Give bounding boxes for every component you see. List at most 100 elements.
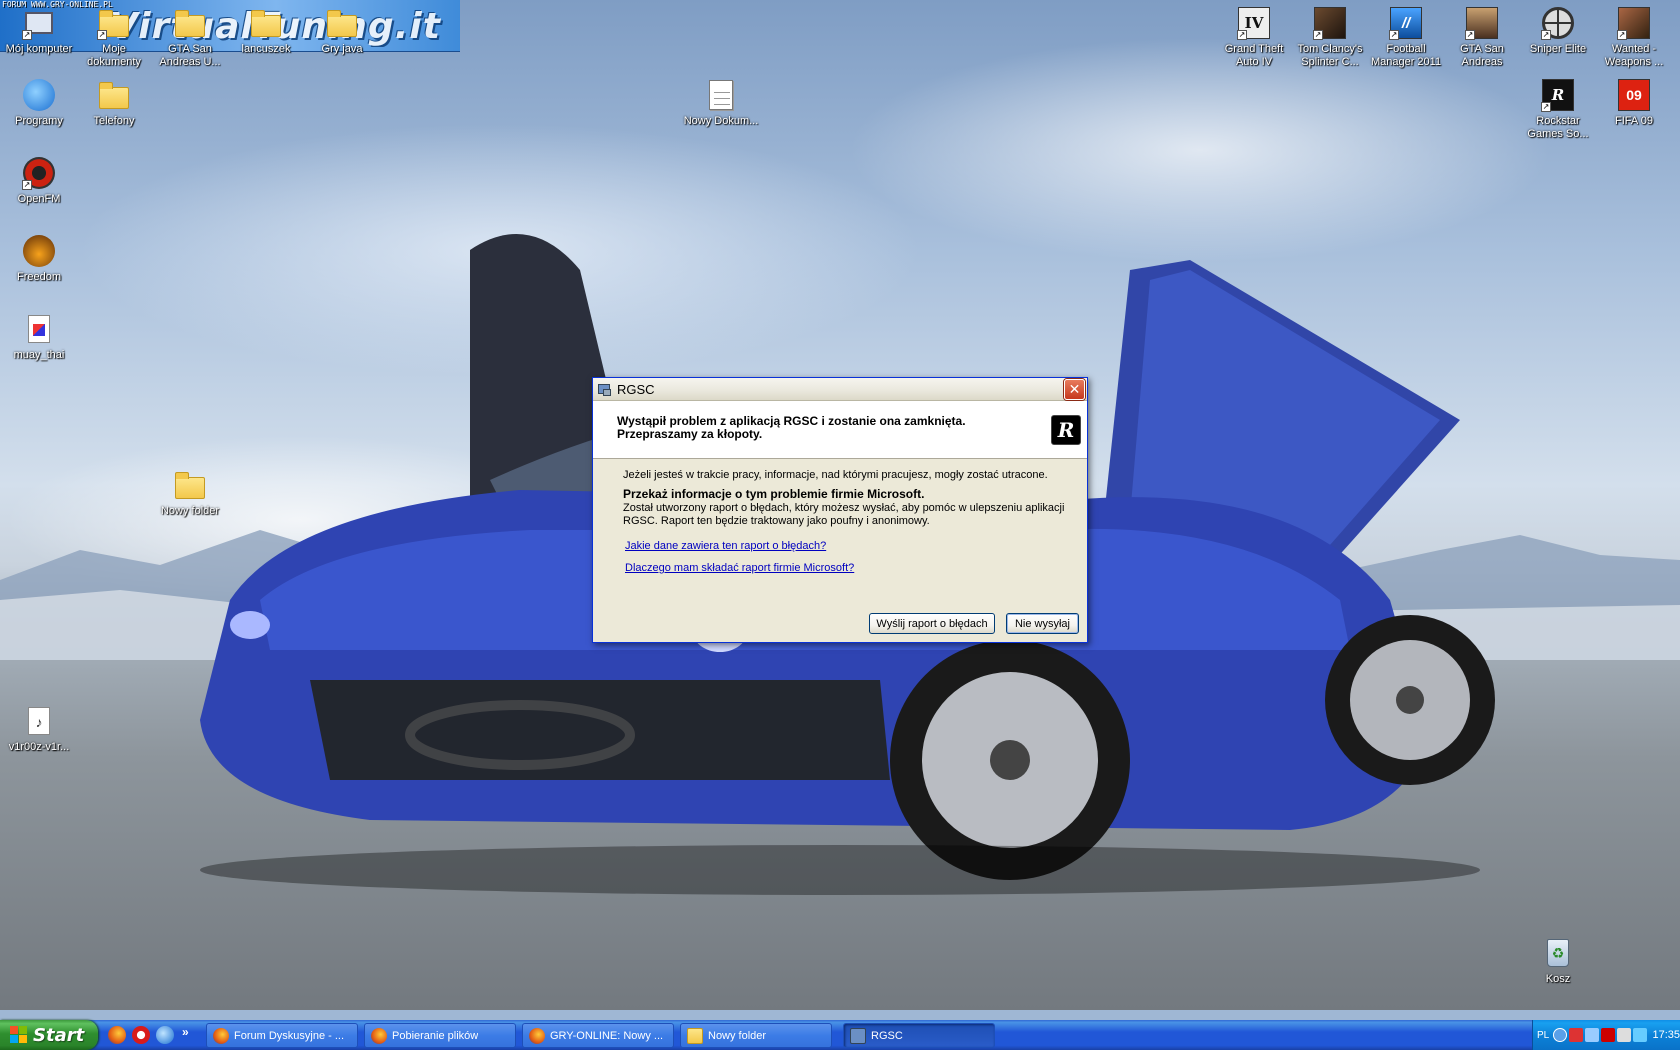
desktop-icon-gta-sa[interactable]: ↗ GTA San Andreas — [1443, 6, 1521, 69]
desktop-icon-label: Nowy folder — [160, 505, 220, 517]
taskbar-button-gry-online[interactable]: GRY-ONLINE: Nowy ... — [522, 1023, 674, 1048]
shortcut-arrow-icon: ↗ — [1389, 30, 1399, 40]
folder-icon: ↗ — [97, 6, 131, 40]
desktop-icon-label: Grand Theft Auto IV — [1224, 43, 1284, 68]
fifa-icon: 09 — [1617, 78, 1651, 112]
volume-icon[interactable] — [1616, 1028, 1631, 1042]
desktop-icon-gta-sa-u[interactable]: GTA San Andreas U... — [151, 6, 229, 69]
taskbar-button-rgsc[interactable]: RGSC — [843, 1023, 995, 1048]
taskbar-button-nowy-folder[interactable]: Nowy folder — [680, 1023, 832, 1048]
desktop-icon-recycle-bin[interactable]: ♻ Kosz — [1519, 936, 1597, 986]
desktop-icon-rockstar-social[interactable]: R ↗ Rockstar Games So... — [1519, 78, 1597, 141]
desktop-icon-gta-iv[interactable]: IV ↗ Grand Theft Auto IV — [1215, 6, 1293, 69]
opera-icon[interactable] — [132, 1026, 150, 1044]
report-heading: Przekaż informacje o tym problemie firmi… — [623, 487, 925, 501]
display-icon[interactable] — [1632, 1028, 1647, 1042]
start-label: Start — [33, 1024, 85, 1046]
desktop-icon-lancuszek[interactable]: lancuszek — [227, 6, 305, 56]
desktop-icon-label: Sniper Elite — [1529, 43, 1587, 55]
gear-icon[interactable] — [1569, 1028, 1583, 1042]
taskbar-button-label: Pobieranie plików — [392, 1029, 479, 1042]
language-indicator[interactable]: PL — [1537, 1030, 1549, 1041]
close-icon: ✕ — [1068, 381, 1081, 397]
desktop-icon-sniper-elite[interactable]: ↗ Sniper Elite — [1519, 6, 1597, 56]
system-tray: PL 17:35 — [1532, 1020, 1680, 1050]
folder-icon — [173, 6, 207, 40]
error-dialog: RGSC ✕ Wystąpił problem z aplikacją RGSC… — [592, 377, 1088, 643]
folder-icon — [687, 1027, 703, 1044]
folder-icon — [249, 6, 283, 40]
rockstar-logo-icon: R ↗ — [1541, 78, 1575, 112]
report-contents-link[interactable]: Jakie dane zawiera ten raport o błędach? — [625, 540, 1067, 553]
desktop-icon-label: Telefony — [93, 115, 135, 127]
desktop-icon-gry-java[interactable]: Gry java — [303, 6, 381, 56]
desktop-icon-football-manager[interactable]: // ↗ Football Manager 2011 — [1367, 6, 1445, 69]
desktop-icon-label: v1r00z-v1r... — [8, 741, 70, 753]
internet-explorer-icon[interactable] — [156, 1026, 174, 1044]
taskbar-button-label: GRY-ONLINE: Nowy ... — [550, 1029, 664, 1042]
desktop-icon-mp3-file[interactable]: ♪ v1r00z-v1r... — [0, 704, 78, 754]
firefox-icon — [213, 1027, 229, 1044]
desktop-icon-label: Football Manager 2011 — [1370, 43, 1442, 68]
network-icon[interactable] — [1585, 1028, 1599, 1042]
desktop-icon-label: OpenFM — [17, 193, 61, 205]
desktop-icon-openfm[interactable]: ↗ OpenFM — [0, 156, 78, 206]
desktop-icon-splinter-cell[interactable]: ↗ Tom Clancy's Splinter C... — [1291, 6, 1369, 69]
desktop-icon-freedom[interactable]: Freedom — [0, 234, 78, 284]
application-icon — [597, 381, 613, 397]
start-button[interactable]: Start — [0, 1020, 98, 1050]
taskbar-button-label: RGSC — [871, 1029, 903, 1042]
folder-icon — [97, 78, 131, 112]
quick-launch-more-button[interactable]: » — [182, 1026, 189, 1044]
desktop-icon-label: Moje dokumenty — [87, 43, 141, 68]
desktop-icon-label: Programy — [15, 115, 63, 127]
desktop-icon-label: Nowy Dokum... — [683, 115, 759, 127]
splinter-cell-icon: ↗ — [1313, 6, 1347, 40]
desktop-icon-label: Kosz — [1545, 973, 1571, 985]
freedom-icon — [22, 234, 56, 268]
taskbar-button-label: Nowy folder — [708, 1029, 767, 1042]
gta-iv-icon: IV ↗ — [1237, 6, 1271, 40]
why-report-link[interactable]: Dlaczego mam składać raport firmie Micro… — [625, 562, 1067, 575]
desktop-icon-my-computer[interactable]: ↗ Mój komputer — [0, 6, 78, 56]
gta-san-andreas-icon: ↗ — [1465, 6, 1499, 40]
desktop-icon-label: GTA San Andreas — [1460, 43, 1504, 68]
taskbar-button-forum[interactable]: Forum Dyskusyjne - ... — [206, 1023, 358, 1048]
dialog-titlebar[interactable]: RGSC ✕ — [593, 378, 1087, 401]
desktop-icon-muay-thai[interactable]: muay_thai — [0, 312, 78, 362]
desktop-icon-programy[interactable]: Programy — [0, 78, 78, 128]
desktop-icon-label: FIFA 09 — [1615, 115, 1653, 127]
recycle-bin-icon: ♻ — [1541, 936, 1575, 970]
desktop-icon-wanted[interactable]: ↗ Wanted - Weapons ... — [1595, 6, 1673, 69]
antivirus-icon[interactable] — [1600, 1028, 1615, 1042]
desktop-icon-label: Freedom — [16, 271, 62, 283]
crosshair-icon: ↗ — [1541, 6, 1575, 40]
desktop-icon-telefony[interactable]: Telefony — [75, 78, 153, 128]
report-description: Został utworzony raport o błędach, który… — [623, 502, 1065, 527]
shortcut-arrow-icon: ↗ — [1541, 30, 1551, 40]
shortcut-arrow-icon: ↗ — [1541, 102, 1551, 112]
desktop-icon-nowy-folder[interactable]: Nowy folder — [151, 468, 229, 518]
data-loss-warning: Jeżeli jesteś w trakcie pracy, informacj… — [623, 469, 1048, 481]
clock: 17:35 — [1652, 1029, 1680, 1041]
image-file-icon — [22, 312, 56, 346]
folder-icon — [173, 468, 207, 502]
close-button[interactable]: ✕ — [1064, 379, 1085, 400]
dialog-header: Wystąpił problem z aplikacją RGSC i zost… — [593, 401, 1087, 459]
desktop-icon-nowy-dokument[interactable]: Nowy Dokum... — [682, 78, 760, 128]
desktop-icon-my-documents[interactable]: ↗ Moje dokumenty — [75, 6, 153, 69]
dont-send-button[interactable]: Nie wysyłaj — [1006, 613, 1079, 634]
football-manager-icon: // ↗ — [1389, 6, 1423, 40]
desktop-icon-label: GTA San Andreas U... — [159, 43, 221, 68]
windows-logo-icon — [10, 1026, 28, 1044]
send-report-button[interactable]: Wyślij raport o błędach — [869, 613, 995, 634]
taskbar-button-downloads[interactable]: Pobieranie plików — [364, 1023, 516, 1048]
firefox-icon[interactable] — [108, 1026, 126, 1044]
desktop-icon-label: lancuszek — [241, 43, 291, 55]
desktop-icon-fifa09[interactable]: 09 FIFA 09 — [1595, 78, 1673, 128]
taskbar-button-label: Forum Dyskusyjne - ... — [234, 1029, 345, 1042]
internet-explorer-icon — [22, 78, 56, 112]
tray-expand-icon[interactable] — [1553, 1028, 1568, 1042]
desktop-icon-label: Rockstar Games So... — [1527, 115, 1589, 140]
desktop-icon-label: Wanted - Weapons ... — [1604, 43, 1664, 68]
